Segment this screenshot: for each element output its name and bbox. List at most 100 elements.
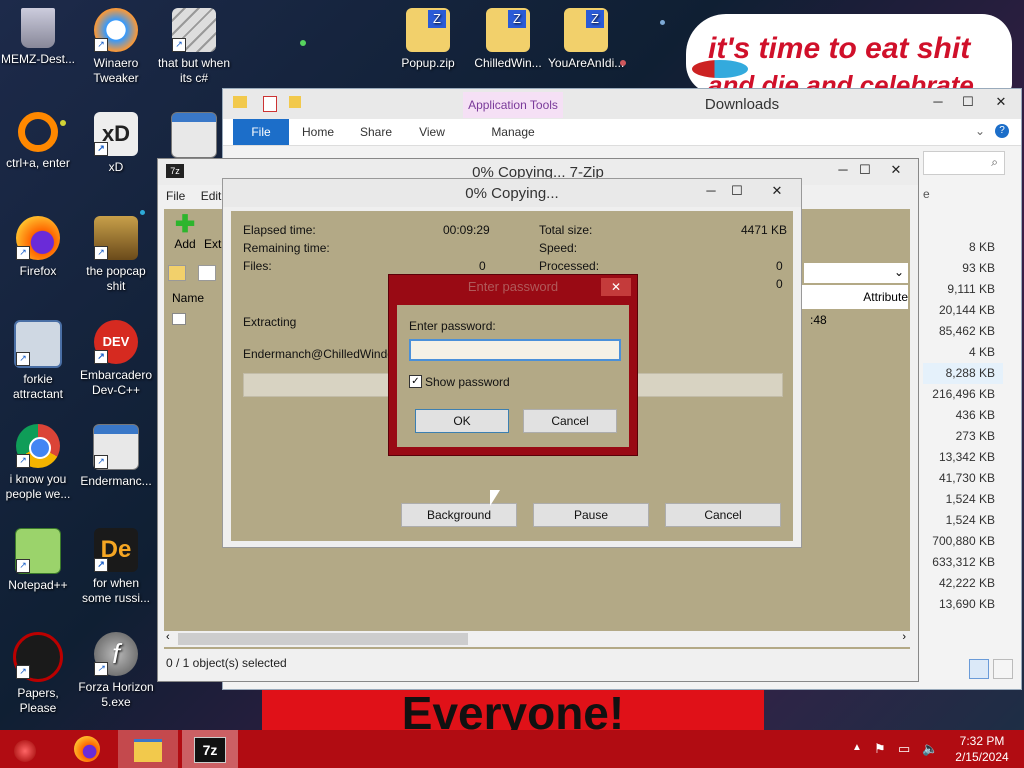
quick-access-toolbar[interactable] [233, 96, 323, 112]
current-path: Endermanch@ChilledWindows [243, 347, 409, 361]
taskbar-7zip[interactable]: 7z [182, 730, 238, 768]
scroll-left-arrow[interactable]: ‹ [166, 631, 170, 643]
list-item[interactable]: 700,880 KB [923, 531, 1003, 552]
desktop-icon-xd[interactable]: xD ↗ xD [78, 112, 154, 175]
minimize-button[interactable]: ─ [923, 89, 953, 119]
list-item[interactable]: 8,288 KB [923, 363, 1003, 384]
scroll-right-arrow[interactable]: › [902, 631, 906, 643]
list-item[interactable]: 41,730 KB [923, 468, 1003, 489]
desktop-icon-endermanch[interactable]: ↗ Endermanc... [78, 424, 154, 489]
tab-manage[interactable]: Manage [473, 119, 553, 145]
list-item[interactable]: 42,222 KB [923, 573, 1003, 594]
window-icon: ↗ [93, 424, 139, 470]
desktop-icon-popup-zip[interactable]: Z Popup.zip [390, 8, 466, 71]
column-name[interactable]: Name [172, 291, 204, 305]
chevron-down-icon[interactable]: ⌄ [975, 124, 985, 138]
list-item[interactable]: 9,111 KB [923, 279, 1003, 300]
extract-label: Ext [204, 237, 222, 251]
explorer-titlebar[interactable]: Application Tools Downloads ─ ☐ ✕ [223, 89, 1021, 119]
copying-titlebar[interactable]: 0% Copying... ─ ☐ ✕ [223, 179, 801, 207]
list-item[interactable]: 1,524 KB [923, 489, 1003, 510]
tab-home[interactable]: Home [293, 119, 343, 145]
list-item[interactable]: 93 KB [923, 258, 1003, 279]
password-input[interactable] [409, 339, 621, 361]
horizontal-scrollbar[interactable]: ‹ › [164, 631, 910, 647]
path-dropdown[interactable]: ⌄ [804, 263, 908, 283]
scrollbar-thumb[interactable] [178, 633, 468, 645]
desktop-icon-papers-please[interactable]: ↗ Papers, Please [0, 632, 76, 716]
list-item[interactable]: 85,462 KB [923, 321, 1003, 342]
list-item[interactable]: 216,496 KB [923, 384, 1003, 405]
show-password-checkbox[interactable]: ✓ [409, 375, 422, 388]
list-item[interactable]: 8 KB [923, 237, 1003, 258]
desktop-icon-de[interactable]: De ↗ for when some russi... [78, 528, 154, 606]
list-item[interactable]: 1,524 KB [923, 510, 1003, 531]
desktop-icon-label: forkie attractant [12, 372, 64, 401]
desktop-icon-label: Firefox [19, 264, 57, 278]
up-folder-icon[interactable] [168, 265, 186, 281]
password-dialog[interactable]: Enter password ✕ Enter password: ✓ Show … [388, 274, 638, 456]
desktop-icon-chilledwin[interactable]: Z ChilledWin... [470, 8, 546, 71]
close-button[interactable]: ✕ [601, 278, 631, 296]
desktop-icon-notepadpp[interactable]: ↗ Notepad++ [0, 528, 76, 593]
help-icon[interactable]: ? [995, 124, 1009, 138]
details-view-icon[interactable] [969, 659, 989, 679]
desktop-icon-youareanidiot[interactable]: Z YouAreAnIdi... [548, 8, 624, 71]
list-item[interactable]: 4 KB [923, 342, 1003, 363]
volume-icon[interactable]: 🔈 [922, 741, 938, 757]
password-titlebar[interactable]: Enter password ✕ [389, 275, 637, 299]
tab-file[interactable]: File [233, 119, 289, 145]
background-button[interactable]: Background [401, 503, 517, 527]
minimize-button[interactable]: ─ [699, 179, 723, 207]
desktop-icon-ctrl-a[interactable]: ctrl+a, enter [0, 112, 76, 171]
ok-button[interactable]: OK [415, 409, 509, 433]
add-button[interactable]: ✚ Add [168, 213, 202, 253]
desktop-icon-csharp[interactable]: ↗ that but when its c# [156, 8, 232, 86]
new-folder-icon[interactable] [289, 96, 301, 108]
list-item[interactable]: 273 KB [923, 426, 1003, 447]
desktop-icon-popcap[interactable]: ↗ the popcap shit [78, 216, 154, 294]
close-button[interactable]: ✕ [759, 179, 795, 207]
start-button[interactable] [0, 730, 54, 768]
list-item[interactable]: 13,690 KB [923, 594, 1003, 615]
desktop-icon-forza[interactable]: f ↗ Forza Horizon 5.exe [78, 632, 154, 710]
maximize-button[interactable]: ☐ [725, 179, 749, 207]
taskbar-firefox[interactable] [60, 730, 114, 768]
maximize-button[interactable]: ☐ [852, 159, 878, 185]
column-attribute-header[interactable]: Attribute [802, 285, 908, 309]
show-password-label[interactable]: Show password [425, 375, 510, 389]
clock[interactable]: 7:32 PM 2/15/2024 [946, 733, 1018, 765]
list-item[interactable]: 20,144 KB [923, 300, 1003, 321]
search-box[interactable]: ⌕ [923, 151, 1005, 175]
menu-edit[interactable]: Edit [201, 189, 222, 203]
tab-share[interactable]: Share [351, 119, 401, 145]
show-hidden-icons-icon[interactable]: ▲ [852, 742, 862, 753]
tab-view[interactable]: View [407, 119, 457, 145]
desktop-icon-chrome[interactable]: ↗ i know you people we... [0, 424, 76, 502]
desktop-icon-window[interactable] [156, 112, 232, 162]
history-icon[interactable] [198, 265, 216, 281]
popcap-icon: ↗ [94, 216, 138, 260]
close-button[interactable]: ✕ [983, 89, 1019, 119]
network-icon[interactable]: ▭ [898, 741, 910, 757]
extract-button[interactable]: Ext [204, 237, 221, 251]
list-item[interactable]: 633,312 KB [923, 552, 1003, 573]
flag-icon[interactable]: ⚑ [874, 741, 886, 757]
properties-icon[interactable] [263, 96, 277, 112]
large-icons-view-icon[interactable] [993, 659, 1013, 679]
menu-file[interactable]: File [166, 189, 185, 203]
desktop-icon-winaero[interactable]: ↗ Winaero Tweaker [78, 8, 154, 86]
orange-ring-icon [18, 112, 58, 152]
maximize-button[interactable]: ☐ [953, 89, 983, 119]
taskbar-explorer[interactable] [118, 730, 178, 768]
desktop-icon-firefox[interactable]: ↗ Firefox [0, 216, 76, 279]
close-button[interactable]: ✕ [878, 159, 914, 185]
pause-button[interactable]: Pause [533, 503, 649, 527]
desktop-icon-memz[interactable]: MEMZ-Dest... [0, 8, 76, 67]
cancel-button[interactable]: Cancel [523, 409, 617, 433]
desktop-icon-devcpp[interactable]: DEV ↗ Embarcadero Dev-C++ [78, 320, 154, 398]
desktop-icon-forkie[interactable]: ↗ forkie attractant [0, 320, 76, 402]
list-item[interactable]: 436 KB [923, 405, 1003, 426]
list-item[interactable]: 13,342 KB [923, 447, 1003, 468]
cancel-button[interactable]: Cancel [665, 503, 781, 527]
